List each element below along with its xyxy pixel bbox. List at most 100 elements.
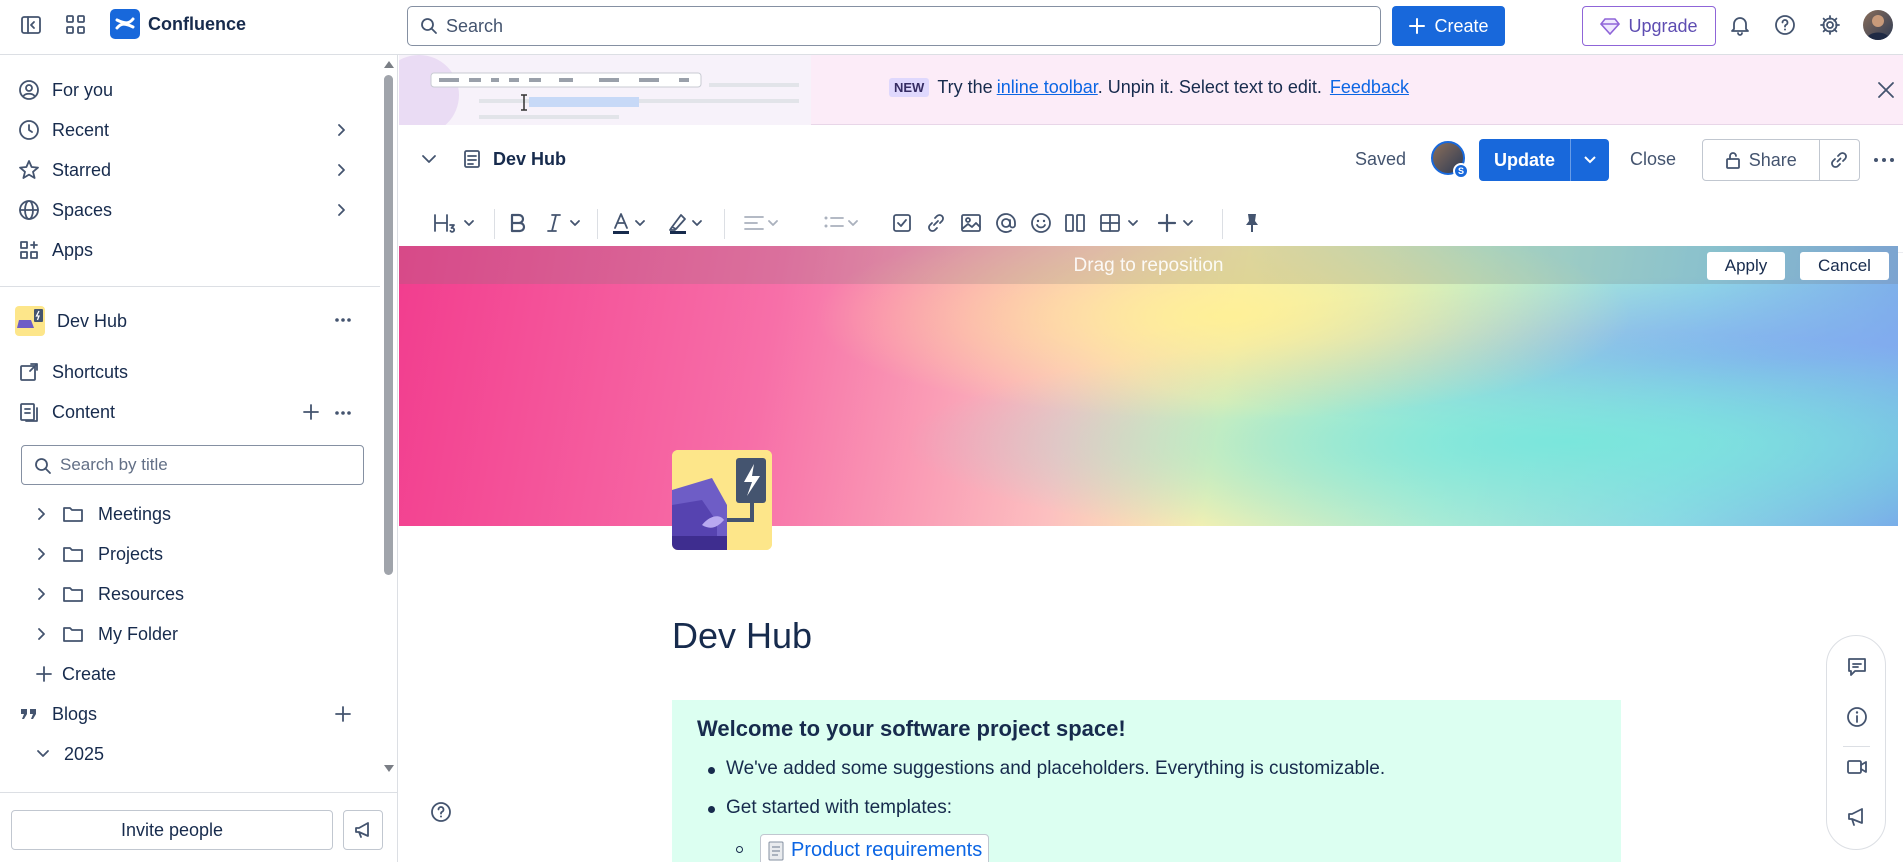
- collaborator-avatar[interactable]: S: [1431, 141, 1469, 179]
- table-dropdown[interactable]: [1099, 211, 1145, 235]
- copy-link-button[interactable]: [1820, 140, 1859, 180]
- confluence-logo[interactable]: Confluence: [110, 9, 246, 39]
- upgrade-button[interactable]: Upgrade: [1582, 6, 1716, 46]
- tree-create-button[interactable]: Create: [36, 657, 116, 691]
- insert-link-button[interactable]: [925, 211, 947, 235]
- italic-dropdown[interactable]: [543, 211, 587, 235]
- close-banner-icon[interactable]: [1877, 81, 1895, 99]
- sidebar-item-apps[interactable]: Apps: [18, 233, 93, 267]
- sidebar-item-for-you[interactable]: For you: [18, 73, 113, 107]
- add-content-icon[interactable]: [303, 404, 319, 420]
- page-title[interactable]: Dev Hub: [672, 615, 812, 657]
- cover-image[interactable]: Drag to reposition Apply Cancel: [399, 246, 1898, 526]
- sidebar-item-label: Shortcuts: [52, 361, 129, 382]
- create-button[interactable]: Create: [1392, 6, 1505, 46]
- breadcrumb-page-title[interactable]: Dev Hub: [493, 149, 566, 170]
- sidebar-item-content[interactable]: Content: [18, 395, 115, 429]
- video-record-icon[interactable]: [1846, 756, 1868, 778]
- mention-button[interactable]: [995, 211, 1017, 235]
- tree-item-meetings[interactable]: Meetings: [36, 497, 171, 531]
- sidebar-toggle-icon[interactable]: [16, 10, 46, 40]
- close-editor-button[interactable]: Close: [1630, 149, 1676, 170]
- more-options-icon[interactable]: [334, 317, 352, 323]
- create-button-label: Create: [1434, 15, 1489, 36]
- app-switcher-icon[interactable]: [61, 10, 91, 40]
- sidebar-item-starred[interactable]: Starred: [18, 153, 111, 187]
- sidebar-item-shortcuts[interactable]: Shortcuts: [18, 355, 128, 389]
- settings-gear-icon[interactable]: [1815, 10, 1845, 40]
- emoji-button[interactable]: [1030, 211, 1052, 235]
- feedback-link[interactable]: Feedback: [1330, 77, 1409, 98]
- welcome-panel[interactable]: Welcome to your software project space! …: [672, 700, 1621, 862]
- inline-toolbar-link[interactable]: inline toolbar: [997, 77, 1098, 97]
- chevron-right-icon[interactable]: [334, 163, 348, 177]
- highlighter-icon: [669, 214, 702, 234]
- text-color-dropdown[interactable]: [610, 211, 652, 235]
- cancel-cover-button[interactable]: Cancel: [1800, 252, 1889, 280]
- confluence-logo-icon: [110, 9, 140, 39]
- user-avatar[interactable]: [1863, 10, 1893, 40]
- sidebar-item-blogs[interactable]: Blogs: [18, 697, 97, 731]
- info-icon[interactable]: [1846, 706, 1868, 728]
- more-options-icon[interactable]: [334, 410, 352, 416]
- pin-toolbar-button[interactable]: [1242, 211, 1262, 235]
- space-header[interactable]: Dev Hub: [15, 304, 127, 338]
- insert-more-dropdown[interactable]: [1156, 211, 1202, 235]
- sidebar-footer-divider: [0, 792, 398, 793]
- search-placeholder: Search: [446, 15, 504, 36]
- editor-help-icon[interactable]: [430, 801, 452, 823]
- search-by-title-input[interactable]: Search by title: [21, 445, 364, 485]
- tree-item-my-folder[interactable]: My Folder: [36, 617, 178, 651]
- heading-style-dropdown[interactable]: [433, 211, 477, 235]
- update-button[interactable]: Update: [1479, 139, 1571, 181]
- chevron-right-icon[interactable]: [36, 547, 48, 561]
- action-item-button[interactable]: [891, 211, 913, 235]
- chevron-right-icon[interactable]: [36, 587, 48, 601]
- tree-item-resources[interactable]: Resources: [36, 577, 184, 611]
- bold-button[interactable]: [507, 211, 529, 235]
- plus-icon: [1157, 213, 1193, 233]
- global-search-input[interactable]: Search: [407, 6, 1381, 46]
- scrollbar-thumb[interactable]: [384, 75, 393, 575]
- more-actions-icon[interactable]: [1873, 157, 1895, 163]
- checkbox-icon: [893, 214, 911, 232]
- folder-icon: [63, 587, 83, 602]
- sidebar-item-label: Apps: [52, 239, 94, 260]
- feedback-megaphone-button[interactable]: [343, 810, 383, 850]
- apply-cover-button[interactable]: Apply: [1707, 252, 1785, 280]
- list-dropdown[interactable]: [823, 211, 865, 235]
- document-emoji-icon: [768, 841, 784, 861]
- sidebar-scrollbar[interactable]: [380, 55, 398, 785]
- notifications-bell-icon[interactable]: [1725, 10, 1755, 40]
- link-icon: [1831, 152, 1848, 168]
- chevron-right-icon[interactable]: [36, 507, 48, 521]
- add-blog-icon[interactable]: [335, 706, 351, 722]
- layouts-button[interactable]: [1064, 211, 1086, 235]
- chevron-down-icon[interactable]: [36, 748, 50, 760]
- scroll-down-icon[interactable]: [383, 764, 395, 774]
- comments-icon[interactable]: [1846, 656, 1868, 678]
- sidebar-item-recent[interactable]: Recent: [18, 113, 109, 147]
- share-button-group: Share: [1702, 139, 1860, 181]
- scroll-up-icon[interactable]: [383, 59, 395, 69]
- tree-item-2025[interactable]: 2025: [36, 737, 104, 771]
- update-options-button[interactable]: [1571, 139, 1609, 181]
- chevron-right-icon[interactable]: [334, 203, 348, 217]
- sidebar-item-spaces[interactable]: Spaces: [18, 193, 112, 227]
- bullet-list-icon: [824, 216, 858, 228]
- chevron-right-icon[interactable]: [36, 627, 48, 641]
- highlight-dropdown[interactable]: [667, 211, 709, 235]
- insert-image-button[interactable]: [960, 211, 982, 235]
- tree-item-projects[interactable]: Projects: [36, 537, 163, 571]
- chevron-down-icon[interactable]: [421, 153, 437, 165]
- alignment-dropdown[interactable]: [743, 211, 785, 235]
- sub-bullet-circle: [736, 846, 743, 853]
- share-button[interactable]: Share: [1703, 140, 1820, 180]
- template-link-chip[interactable]: Product requirements: [760, 834, 990, 862]
- chevron-right-icon[interactable]: [334, 123, 348, 137]
- help-icon[interactable]: [1770, 10, 1800, 40]
- invite-people-button[interactable]: Invite people: [11, 810, 333, 850]
- tree-item-label: My Folder: [98, 623, 179, 644]
- megaphone-icon[interactable]: [1846, 806, 1868, 828]
- page-emoji-icon[interactable]: [672, 450, 772, 550]
